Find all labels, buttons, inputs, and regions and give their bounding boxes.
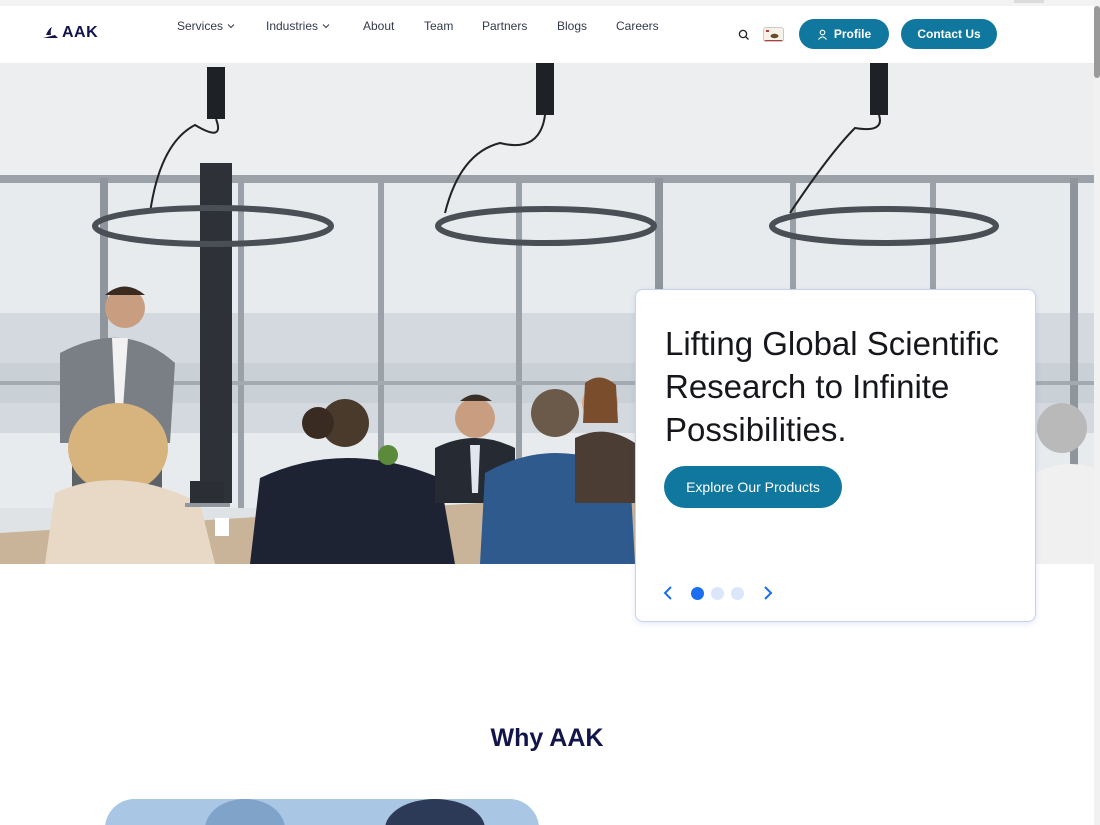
ship-logo-icon: [43, 27, 58, 38]
top-strip-segment: [1014, 0, 1044, 3]
brand-logo[interactable]: AAK: [42, 24, 98, 42]
chevron-down-icon: [322, 24, 330, 29]
chevron-right-icon[interactable]: [762, 585, 774, 601]
nav-item-label: About: [363, 19, 395, 33]
carousel-dot-3[interactable]: [731, 587, 744, 600]
profile-label: Profile: [833, 27, 872, 41]
brand-name: AAK: [62, 24, 99, 41]
carousel-controls: [662, 583, 782, 603]
site-header: AAK Services Industries About Team Partn…: [0, 6, 1094, 63]
nav-item-team[interactable]: Team: [424, 19, 453, 33]
carousel-dot-2[interactable]: [711, 587, 724, 600]
nav-item-label: Industries: [266, 19, 319, 33]
nav-item-industries[interactable]: Industries: [266, 19, 330, 33]
nav-item-label: Blogs: [557, 19, 588, 33]
nav-item-label: Careers: [616, 19, 659, 33]
nav-item-about[interactable]: About: [363, 19, 394, 33]
nav-item-blogs[interactable]: Blogs: [557, 19, 587, 33]
nav-item-careers[interactable]: Careers: [616, 19, 659, 33]
contact-us-button[interactable]: Contact Us: [901, 19, 997, 49]
nav-item-partners[interactable]: Partners: [482, 19, 527, 33]
scrollbar-thumb[interactable]: [1094, 6, 1100, 78]
chevron-left-icon[interactable]: [662, 585, 674, 601]
nav-item-services[interactable]: Services: [177, 19, 235, 33]
hero-title: Lifting Global Scientific Research to In…: [665, 325, 999, 448]
why-section-title: Why AAK: [490, 724, 604, 752]
hero-card: Lifting Global Scientific Research to In…: [635, 289, 1036, 622]
page-scrollbar[interactable]: [1094, 0, 1100, 825]
nav-item-label: Team: [424, 19, 454, 33]
chevron-down-icon: [227, 24, 235, 29]
california-flag-icon[interactable]: [763, 27, 784, 42]
nav-item-label: Partners: [482, 19, 528, 33]
carousel-dot-1[interactable]: [691, 587, 704, 600]
profile-button[interactable]: Profile: [799, 19, 889, 49]
user-icon: [817, 29, 827, 40]
nav-item-label: Services: [177, 19, 224, 33]
team-photo: [105, 799, 539, 825]
search-icon[interactable]: [737, 28, 751, 42]
explore-products-button[interactable]: Explore Our Products: [664, 466, 842, 508]
